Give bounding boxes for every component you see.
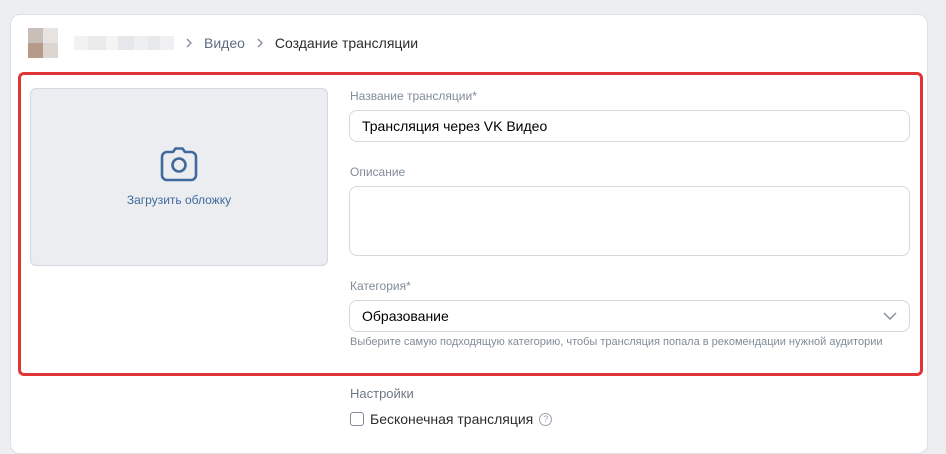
community-avatar[interactable]	[28, 28, 58, 58]
endless-stream-checkbox[interactable]	[350, 412, 364, 426]
upload-cover-label: Загрузить обложку	[126, 193, 232, 207]
chevron-right-icon	[257, 38, 263, 48]
help-icon[interactable]: ?	[539, 412, 553, 426]
title-input[interactable]: Трансляция через VK Видео	[349, 110, 910, 142]
title-label: Название трансляции*	[350, 89, 477, 103]
breadcrumb: Видео Создание трансляции	[28, 28, 418, 58]
breadcrumb-current: Создание трансляции	[274, 35, 419, 51]
settings-title: Настройки	[350, 386, 414, 401]
category-label: Категория*	[350, 279, 411, 293]
description-label: Описание	[350, 165, 406, 179]
camera-icon	[160, 147, 198, 182]
upload-cover-area[interactable]: Загрузить обложку	[30, 88, 328, 266]
category-select[interactable]: Образование	[349, 300, 910, 332]
category-hint: Выберите самую подходящую категорию, что…	[350, 336, 883, 348]
chevron-down-icon	[883, 312, 897, 320]
title-input-value: Трансляция через VK Видео	[362, 118, 548, 134]
category-select-value: Образование	[362, 308, 449, 324]
breadcrumb-video-link[interactable]: Видео	[204, 35, 245, 51]
description-textarea[interactable]	[349, 186, 910, 256]
endless-stream-label[interactable]: Бесконечная трансляция	[370, 411, 533, 427]
chevron-right-icon	[186, 38, 192, 48]
endless-stream-option[interactable]: Бесконечная трансляция ?	[350, 411, 553, 427]
community-name-blurred[interactable]	[74, 36, 174, 50]
